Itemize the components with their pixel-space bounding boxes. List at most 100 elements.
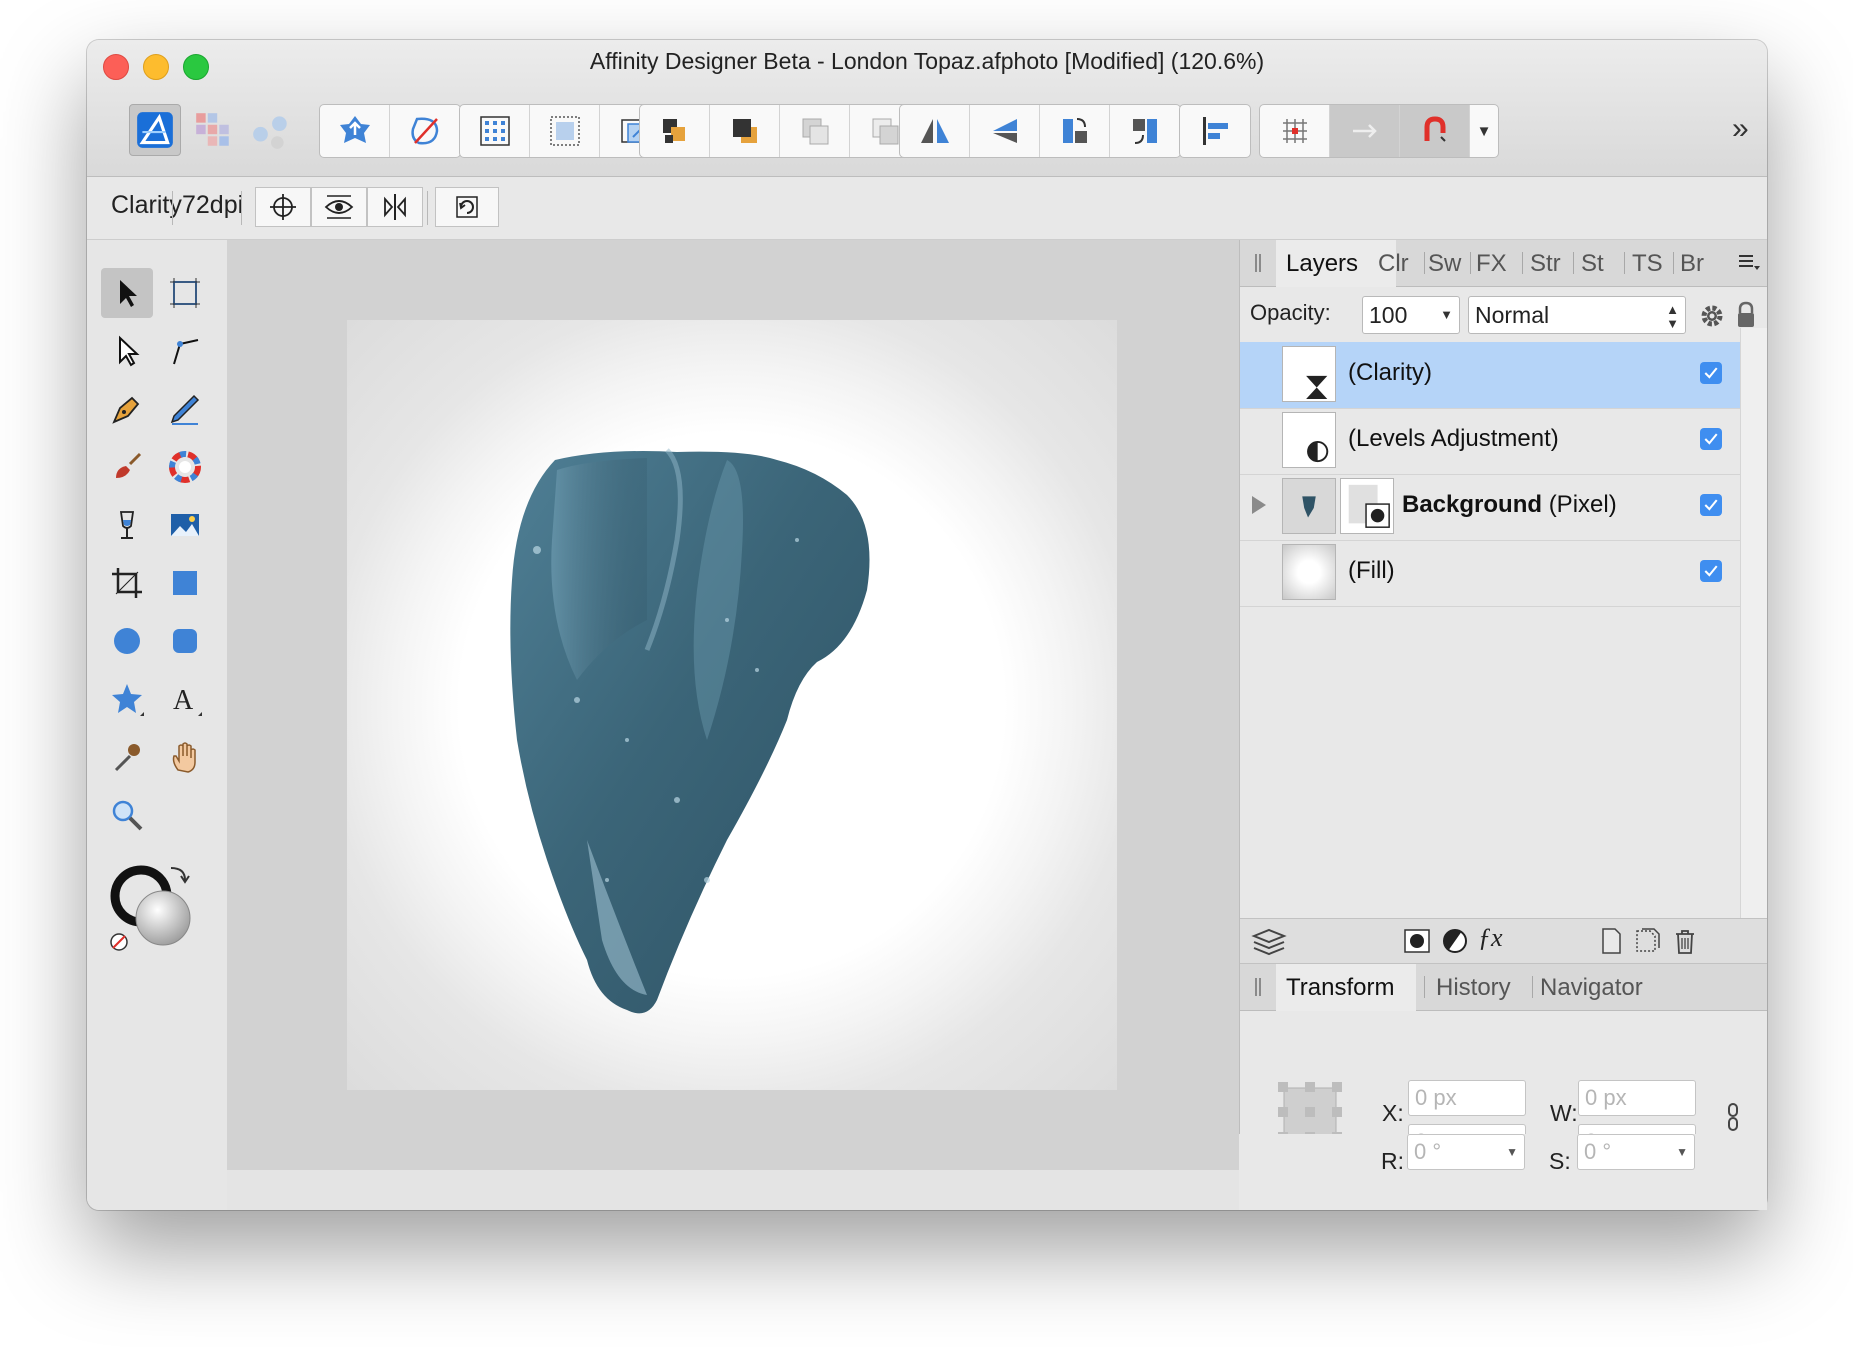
- blend-mode-value: Normal: [1475, 302, 1550, 328]
- layer-thumbnail: [1282, 478, 1336, 534]
- layer-name: (Clarity): [1348, 359, 1432, 386]
- tab-color[interactable]: Clr: [1378, 250, 1409, 278]
- hand-tool[interactable]: [159, 732, 211, 782]
- view-button[interactable]: [311, 187, 367, 227]
- adjustment-layer-icon[interactable]: [1440, 926, 1470, 956]
- chevron-down-icon: ▼: [1440, 307, 1453, 322]
- move-tool[interactable]: [101, 268, 153, 318]
- add-group-icon[interactable]: [1632, 926, 1662, 956]
- layer-visibility-checkbox[interactable]: [1700, 560, 1722, 582]
- toolbar-overflow-button[interactable]: »: [1732, 112, 1749, 146]
- layer-name: (Fill): [1348, 557, 1395, 584]
- ellipse-tool[interactable]: [101, 616, 153, 666]
- tab-transform[interactable]: Transform: [1286, 974, 1394, 1002]
- trash-icon[interactable]: [1670, 926, 1700, 956]
- zoom-tool[interactable]: [101, 790, 153, 840]
- pencil-tool[interactable]: [159, 384, 211, 434]
- tab-layers[interactable]: Layers: [1286, 250, 1358, 278]
- export-persona-button[interactable]: [245, 104, 297, 156]
- node-tool[interactable]: [101, 326, 153, 376]
- shear-field[interactable]: 0 ° ▼: [1577, 1134, 1695, 1170]
- link-icon[interactable]: [1726, 1102, 1740, 1132]
- blend-mode-select[interactable]: Normal ▲ ▼: [1468, 296, 1686, 334]
- layer-row-levels[interactable]: (Levels Adjustment): [1240, 408, 1740, 475]
- snapping-magnet-button[interactable]: [1400, 105, 1470, 157]
- panel-menu-icon[interactable]: [1737, 250, 1761, 274]
- arrow-button[interactable]: [1330, 105, 1400, 157]
- eyedropper-tool[interactable]: [101, 732, 153, 782]
- rectangle-tool[interactable]: [159, 558, 211, 608]
- canvas-area[interactable]: [227, 240, 1239, 1170]
- crop-tool[interactable]: [101, 558, 153, 608]
- panel-grip-icon[interactable]: [1255, 254, 1261, 272]
- mask-layer-icon[interactable]: [1402, 926, 1432, 956]
- view-icon: [324, 195, 354, 219]
- tab-history[interactable]: History: [1436, 974, 1511, 1002]
- align-left-button[interactable]: [1180, 105, 1250, 157]
- color-wells[interactable]: [105, 860, 205, 960]
- tab-stroke[interactable]: Str: [1530, 250, 1561, 278]
- tab-brushes[interactable]: Br: [1680, 250, 1704, 278]
- pen-tool[interactable]: [101, 384, 153, 434]
- pixel-persona-button[interactable]: [187, 104, 239, 156]
- mirror-button[interactable]: [367, 187, 423, 227]
- swap-colors-icon[interactable]: [170, 867, 190, 884]
- layer-visibility-checkbox[interactable]: [1700, 362, 1722, 384]
- star-tool-icon: [112, 684, 144, 716]
- lock-icon[interactable]: [1734, 300, 1758, 330]
- snapping-options-button[interactable]: ▼: [1470, 105, 1498, 157]
- text-tool[interactable]: A: [159, 674, 211, 724]
- arrange-back-icon: [662, 119, 685, 143]
- gear-icon[interactable]: [1698, 302, 1726, 330]
- rotate-left-button[interactable]: [1040, 105, 1110, 157]
- layer-row-background[interactable]: Background (Pixel): [1240, 474, 1740, 541]
- geometry-button[interactable]: [390, 105, 460, 157]
- designer-persona-icon: [137, 112, 173, 148]
- rotation-field[interactable]: 0 ° ▼: [1407, 1134, 1525, 1170]
- layer-visibility-checkbox[interactable]: [1700, 494, 1722, 516]
- rounded-rectangle-tool[interactable]: [159, 616, 211, 666]
- snapping-grid-button[interactable]: [1260, 105, 1330, 157]
- corner-tool[interactable]: [159, 326, 211, 376]
- x-field[interactable]: 0 px: [1408, 1080, 1526, 1116]
- layers-scrollbar[interactable]: [1740, 328, 1767, 918]
- place-image-tool[interactable]: [159, 500, 211, 550]
- color-picker-tool[interactable]: [159, 442, 211, 492]
- move-button[interactable]: [255, 187, 311, 227]
- mask-thumbnail: [1340, 478, 1394, 534]
- arrange-back-button[interactable]: [640, 105, 710, 157]
- flip-vertical-button[interactable]: [970, 105, 1040, 157]
- tab-text-styles[interactable]: TS: [1632, 250, 1663, 278]
- snap-grid-button[interactable]: [530, 105, 600, 157]
- expand-layer-icon[interactable]: [1252, 496, 1266, 514]
- artboard-tool[interactable]: [159, 268, 211, 318]
- layer-row-clarity[interactable]: (Clarity): [1240, 342, 1740, 409]
- fx-icon[interactable]: ƒx: [1478, 923, 1503, 953]
- tab-styles[interactable]: St: [1581, 250, 1604, 278]
- fill-color-well[interactable]: [135, 890, 191, 946]
- arrange-forward-button[interactable]: [710, 105, 780, 157]
- star-tool[interactable]: [101, 674, 153, 724]
- grid-button[interactable]: [460, 105, 530, 157]
- layer-visibility-checkbox[interactable]: [1700, 428, 1722, 450]
- fill-tool[interactable]: [101, 500, 153, 550]
- layers-stack-icon[interactable]: [1250, 926, 1288, 956]
- panel-grip-icon[interactable]: [1255, 978, 1261, 996]
- w-field[interactable]: 0 px: [1578, 1080, 1696, 1116]
- designer-persona-button[interactable]: [129, 104, 181, 156]
- tab-navigator[interactable]: Navigator: [1540, 974, 1643, 1002]
- vector-brush-tool[interactable]: [101, 442, 153, 492]
- opacity-field[interactable]: 100 ▼: [1362, 296, 1460, 334]
- rotate-right-button[interactable]: [1110, 105, 1180, 157]
- flip-horizontal-button[interactable]: [900, 105, 970, 157]
- divider: [427, 191, 428, 225]
- document-canvas[interactable]: [347, 320, 1117, 1090]
- arrange-front-button[interactable]: [780, 105, 850, 157]
- tab-effects[interactable]: FX: [1476, 250, 1507, 278]
- layer-row-fill[interactable]: (Fill): [1240, 540, 1740, 607]
- add-pixel-layer-icon[interactable]: [1596, 926, 1626, 956]
- place-button[interactable]: [320, 105, 390, 157]
- mask-icon: [1348, 484, 1390, 528]
- rotate-button[interactable]: [435, 187, 499, 227]
- tab-swatches[interactable]: Sw: [1428, 250, 1461, 278]
